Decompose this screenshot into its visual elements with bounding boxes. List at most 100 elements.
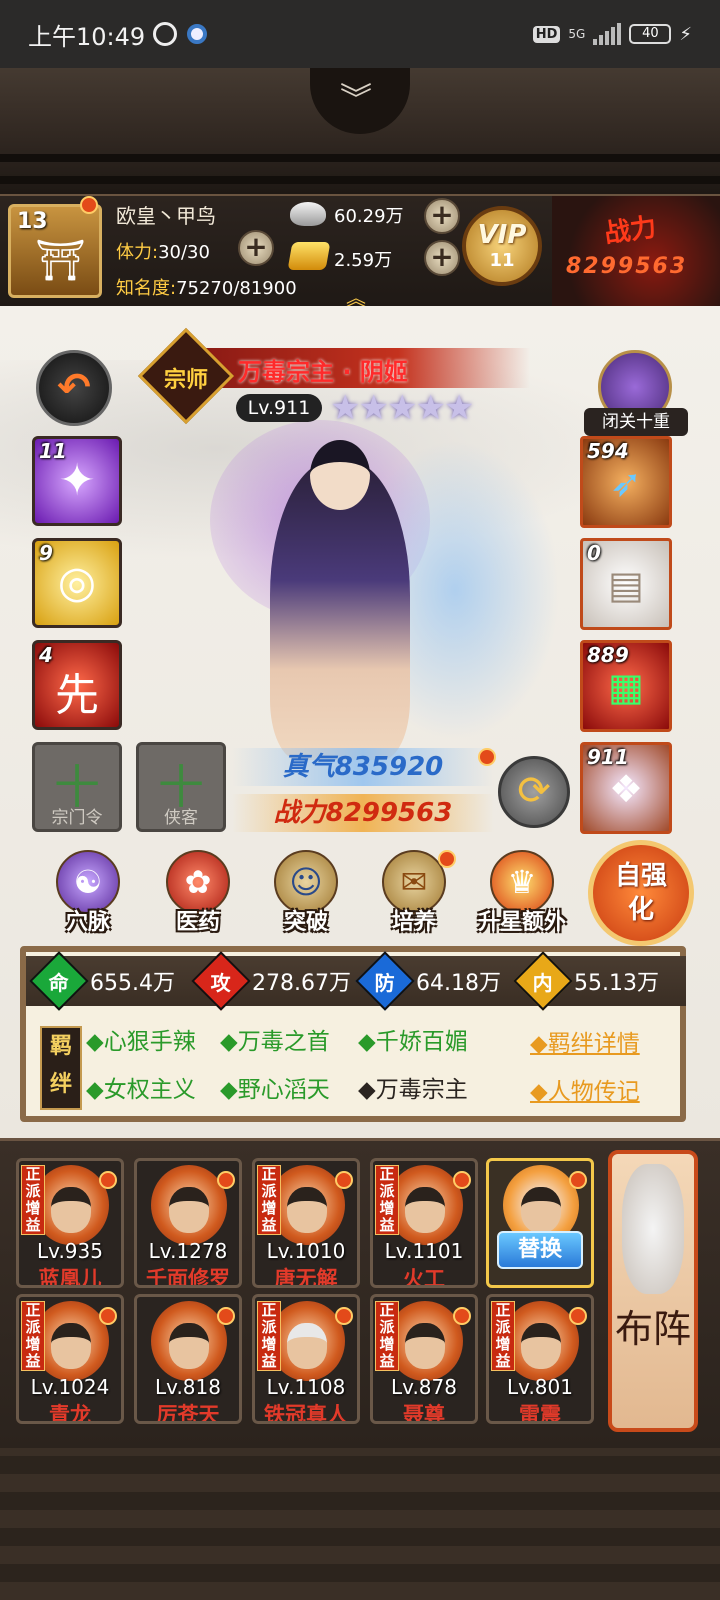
notification-dot	[335, 1171, 353, 1189]
blade-icon: ➶	[610, 461, 642, 505]
hero-card[interactable]: 正派增益 Lv.1024 青龙	[16, 1294, 124, 1424]
add-stamina-button[interactable]: +	[238, 230, 274, 266]
equip-armor[interactable]: ▤ 0	[580, 538, 672, 630]
auto-strengthen-button[interactable]: 自强化	[588, 840, 694, 946]
back-button[interactable]: ↶	[36, 350, 112, 426]
action-label: 升星额外	[477, 910, 566, 935]
meridian-button[interactable]: ☯ 穴脉	[38, 850, 138, 946]
inner-icon: 内	[533, 970, 553, 995]
equip-manual[interactable]: ▦ 889	[580, 640, 672, 732]
add-silver-button[interactable]: +	[424, 198, 460, 234]
hero-card[interactable]: 正派增益 Lv.878 聂尊	[370, 1294, 478, 1424]
breakthrough-button[interactable]: ☺ 突破	[256, 850, 356, 946]
inner-value: 55.13万	[574, 971, 659, 996]
slot-label: 侠客	[164, 808, 198, 828]
player-name: 欧皇丶甲鸟	[116, 204, 216, 228]
star-extra-button[interactable]: ♛ 升星额外	[472, 850, 572, 946]
rank-text: 宗师	[164, 368, 209, 393]
defense-icon: 防	[375, 970, 395, 995]
hero-level: Lv.1010	[266, 1239, 346, 1263]
equip-weapon[interactable]: ➶ 594	[580, 436, 672, 528]
bond-item: ◆千娇百媚	[358, 1029, 468, 1055]
notification-dot	[438, 850, 456, 868]
hero-card[interactable]: 正派增益 Lv.1010 唐无解	[252, 1158, 360, 1288]
bond-item: ◆万毒宗主	[358, 1077, 468, 1103]
hero-face	[287, 1187, 327, 1233]
medicine-button[interactable]: ✿ 医药	[148, 850, 248, 946]
silver-icon	[290, 202, 326, 226]
notification-dot	[569, 1307, 587, 1325]
skill-first-strike[interactable]: 先 4	[32, 640, 122, 730]
bond-item: ◆心狠手辣	[86, 1029, 196, 1055]
fame: 知名度:75270/81900	[116, 274, 297, 300]
hp-badge: 命	[29, 951, 89, 1011]
action-label: 医药	[175, 910, 220, 935]
notification-dot	[99, 1171, 117, 1189]
righteous-buff-tag: 正派增益	[21, 1165, 45, 1235]
hero-face	[51, 1323, 91, 1369]
equip-level: 594	[587, 439, 629, 463]
notification-dot	[217, 1171, 235, 1189]
righteous-buff-tag: 正派增益	[21, 1301, 45, 1371]
hero-card[interactable]: 正派增益 Lv.1108 铁冠真人	[252, 1294, 360, 1424]
hero-face	[521, 1187, 561, 1233]
slot-label: 宗门令	[51, 808, 103, 828]
clock: 上午10:49	[28, 22, 146, 51]
switch-character-button[interactable]: ⟳	[498, 756, 570, 828]
character-head	[310, 440, 370, 510]
network-type: 5G	[568, 27, 586, 41]
notification-dot	[80, 196, 98, 214]
hero-card[interactable]: Lv.818 厉苍天	[134, 1294, 242, 1424]
vip-badge[interactable]: VIP 11	[462, 206, 542, 286]
hero-name: 聂尊	[403, 1403, 445, 1424]
notification-dot	[335, 1307, 353, 1325]
hero-level: Lv.801	[507, 1375, 573, 1399]
swap-button[interactable]: 替换	[497, 1231, 583, 1269]
hero-name: 厉苍天	[156, 1403, 220, 1424]
bond-tag: 羁绊	[40, 1026, 82, 1110]
bond-details-link[interactable]: ◆羁绊详情	[530, 1024, 640, 1058]
equip-mount[interactable]: ❖ 911	[580, 742, 672, 834]
player-avatar[interactable]: 13 ⛩	[8, 204, 102, 298]
hero-level: Lv.1024	[30, 1375, 110, 1399]
attack-value: 278.67万	[252, 971, 351, 996]
character-title: 万毒宗主 · 阴姬	[238, 358, 408, 386]
app-notification-icon	[187, 24, 208, 44]
add-gold-button[interactable]: +	[424, 240, 460, 276]
hd-icon: HD	[532, 25, 561, 43]
formation-button[interactable]: 布阵	[608, 1150, 698, 1432]
star-rating: ★★★★★	[330, 388, 474, 428]
footer-decoration	[0, 1448, 720, 1600]
defense-value: 64.18万	[416, 971, 501, 996]
sect-token-slot[interactable]: 十 宗门令	[32, 742, 122, 832]
action-label: 穴脉	[65, 910, 110, 935]
companion-slot[interactable]: 十 侠客	[136, 742, 226, 832]
fame-label: 知名度:	[116, 278, 177, 299]
chevron-down-icon[interactable]: ︾	[340, 74, 372, 120]
stamina-value: 30/30	[158, 242, 210, 263]
hero-name: 唐无解	[274, 1267, 338, 1288]
gold-amount: 2.59万	[334, 250, 393, 271]
vip-level: 11	[489, 250, 515, 271]
status-bar: 上午10:49 HD 5G 40 ⚡	[0, 0, 720, 68]
hero-level: Lv.1108	[266, 1375, 346, 1399]
equip-level: 889	[587, 643, 629, 667]
action-bar: ☯ 穴脉 ✿ 医药 ☺ 突破 ✉ 培养 ♛ 升星额外	[30, 850, 570, 946]
stamina-label: 体力:	[116, 242, 159, 263]
hero-card[interactable]: Lv.1278 千面修罗	[134, 1158, 242, 1288]
biography-link[interactable]: ◆人物传记	[530, 1072, 640, 1106]
hero-card[interactable]: 正派增益 Lv.935 蓝凰儿	[16, 1158, 124, 1288]
skill-shuriken[interactable]: ✦ 11	[32, 436, 122, 526]
hero-card[interactable]: 正派增益 Lv.801 雷震	[486, 1294, 594, 1424]
action-label: 突破	[283, 910, 328, 935]
auto-strengthen-label: 自强化	[614, 861, 667, 925]
hero-name: 铁冠真人	[264, 1403, 348, 1424]
hero-card[interactable]: 正派增益 Lv.1101 火工	[370, 1158, 478, 1288]
skill-swirl[interactable]: ◎ 9	[32, 538, 122, 628]
hero-card-selected[interactable]: 替换	[486, 1158, 594, 1288]
roof-beam	[0, 176, 720, 184]
hero-name: 千面修罗	[146, 1267, 230, 1288]
hero-level: Lv.1101	[384, 1239, 464, 1263]
hero-face	[169, 1187, 209, 1233]
hero-face	[405, 1187, 445, 1233]
